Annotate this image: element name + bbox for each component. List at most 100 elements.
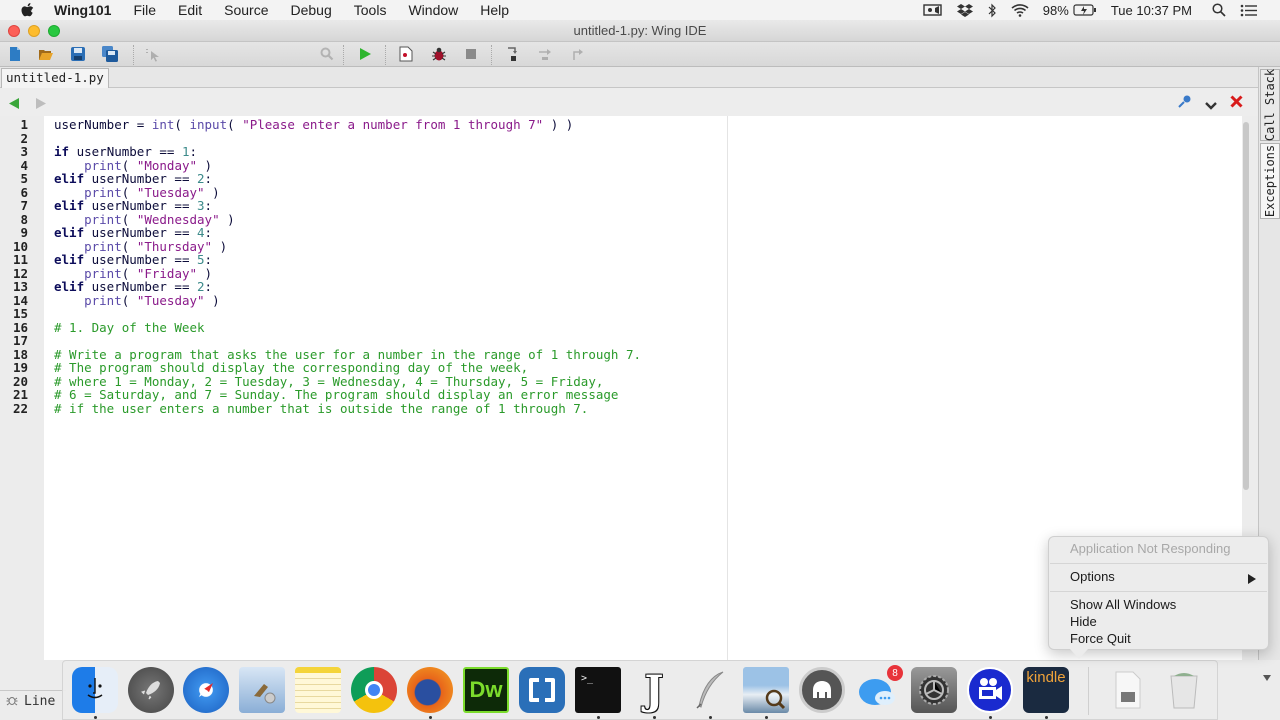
- code-line[interactable]: print( "Wednesday" ): [54, 212, 235, 227]
- tab-untitled-1[interactable]: untitled-1.py: [1, 68, 109, 88]
- scroll-down-arrow-icon[interactable]: [1262, 670, 1272, 688]
- clock[interactable]: Tue 10:37 PM: [1111, 3, 1192, 18]
- dock-jgrasp-icon[interactable]: J: [631, 667, 677, 714]
- code-line[interactable]: print( "Tuesday" ): [54, 185, 220, 200]
- code-line[interactable]: if userNumber == 1:: [54, 145, 197, 159]
- run-button[interactable]: [357, 46, 373, 62]
- line-number: 14: [12, 292, 28, 308]
- open-file-button[interactable]: [38, 46, 54, 62]
- menu-item-hide[interactable]: Hide: [1070, 614, 1097, 629]
- dock-mail-icon[interactable]: [239, 667, 285, 713]
- step-out-button[interactable]: [569, 46, 585, 62]
- code-line[interactable]: # Write a program that asks the user for…: [54, 347, 641, 362]
- step-into-button[interactable]: [505, 46, 521, 62]
- dock-dreamweaver-icon[interactable]: Dw: [463, 667, 509, 713]
- menu-app-name[interactable]: Wing101: [54, 2, 111, 18]
- menu-item-show-all-windows[interactable]: Show All Windows: [1070, 597, 1176, 612]
- screen-record-icon[interactable]: [923, 3, 943, 17]
- code-token: print: [84, 292, 122, 308]
- dock-screen-recorder-icon[interactable]: [967, 667, 1013, 713]
- battery-icon[interactable]: [1073, 4, 1097, 16]
- editor-vertical-scrollbar[interactable]: [1243, 122, 1249, 490]
- menu-item-force-quit[interactable]: Force Quit: [1070, 631, 1131, 646]
- code-line[interactable]: # where 1 = Monday, 2 = Tuesday, 3 = Wed…: [54, 374, 603, 389]
- pointer-tool-icon[interactable]: [145, 46, 161, 62]
- wifi-icon[interactable]: [1011, 3, 1029, 17]
- code-line[interactable]: print( "Thursday" ): [54, 239, 227, 254]
- save-button[interactable]: [70, 46, 86, 62]
- apple-menu-icon[interactable]: [20, 2, 34, 18]
- code-line[interactable]: # 6 = Saturday, and 7 = Sunday. The prog…: [54, 388, 618, 402]
- bluetooth-icon[interactable]: [987, 3, 997, 18]
- line-number: 7: [20, 198, 28, 213]
- dock-system-preferences-icon[interactable]: [911, 667, 957, 713]
- step-over-button[interactable]: [537, 46, 553, 62]
- menu-edit[interactable]: Edit: [178, 2, 202, 18]
- stop-button[interactable]: [463, 46, 479, 62]
- dock-running-indicator: [429, 716, 432, 719]
- tab-call-stack[interactable]: Call Stack: [1260, 69, 1280, 141]
- dock-terminal-icon[interactable]: >_: [575, 667, 621, 713]
- menu-file[interactable]: File: [133, 2, 156, 18]
- save-all-button[interactable]: [102, 46, 118, 62]
- code-line[interactable]: # 1. Day of the Week: [54, 320, 205, 335]
- dock-chrome-icon[interactable]: [351, 667, 397, 713]
- toolbar-separator: [343, 45, 344, 65]
- menu-item-options[interactable]: Options: [1070, 569, 1115, 584]
- menu-window[interactable]: Window: [408, 2, 458, 18]
- dock-firefox-icon[interactable]: [407, 667, 453, 713]
- menu-debug[interactable]: Debug: [291, 2, 332, 18]
- dock-kindle-icon[interactable]: kindle: [1023, 667, 1069, 713]
- search-icon[interactable]: [319, 46, 335, 62]
- dock-messages-icon[interactable]: 8: [855, 665, 903, 713]
- debug-bug-icon[interactable]: [431, 46, 447, 62]
- code-line[interactable]: elif userNumber == 4:: [54, 226, 212, 240]
- context-menu-pointer: [1070, 649, 1088, 659]
- code-line[interactable]: elif userNumber == 3:: [54, 199, 212, 213]
- dock-launchpad-icon[interactable]: [128, 667, 174, 713]
- battery-percent[interactable]: 98%: [1043, 3, 1069, 18]
- debug-file-button[interactable]: [398, 46, 414, 62]
- dock-sequel-pro-icon[interactable]: [799, 667, 845, 713]
- code-line[interactable]: elif userNumber == 2:: [54, 172, 212, 186]
- status-menu-area: 98% Tue 10:37 PM: [923, 0, 1280, 20]
- code-line[interactable]: elif userNumber == 2:: [54, 280, 212, 294]
- code-line[interactable]: print( "Tuesday" ): [54, 292, 220, 308]
- messages-badge: 8: [887, 665, 903, 681]
- code-line[interactable]: userNumber = int( input( "Please enter a…: [54, 118, 573, 132]
- dropbox-icon[interactable]: [956, 3, 973, 17]
- line-number: 4: [20, 157, 28, 173]
- menu-source[interactable]: Source: [224, 2, 268, 18]
- dock-trash-icon[interactable]: [1161, 667, 1207, 713]
- dock-quill-icon[interactable]: [687, 667, 733, 713]
- dock-notes-icon[interactable]: [295, 667, 341, 713]
- dock-document-icon[interactable]: [1105, 667, 1151, 713]
- chevron-down-icon[interactable]: [1205, 97, 1217, 115]
- code-line[interactable]: elif userNumber == 5:: [54, 253, 212, 267]
- forward-arrow-icon[interactable]: [35, 96, 46, 114]
- dock-brackets-icon[interactable]: [519, 667, 565, 713]
- pin-icon[interactable]: [1178, 94, 1192, 113]
- line-number: 22: [12, 400, 28, 416]
- dock-safari-icon[interactable]: [183, 667, 229, 713]
- back-arrow-icon[interactable]: [9, 96, 20, 114]
- toolbar-separator: [133, 45, 134, 65]
- spotlight-icon[interactable]: [1212, 3, 1226, 17]
- dock-finder-icon[interactable]: [72, 667, 118, 713]
- notification-center-icon[interactable]: [1240, 4, 1258, 17]
- code-line[interactable]: # The program should display the corresp…: [54, 361, 528, 375]
- line-number: 8: [20, 211, 28, 227]
- dock-preview-icon[interactable]: [743, 667, 789, 713]
- menu-help[interactable]: Help: [480, 2, 509, 18]
- code-token: ): [204, 292, 220, 308]
- tab-exceptions[interactable]: Exceptions: [1260, 143, 1280, 219]
- menu-tools[interactable]: Tools: [354, 2, 387, 18]
- dock-dreamweaver-label: Dw: [469, 677, 503, 702]
- toolbar: [0, 42, 1280, 105]
- code-line[interactable]: print( "Monday" ): [54, 158, 212, 173]
- code-line[interactable]: # if the user enters a number that is ou…: [54, 401, 588, 416]
- close-editor-icon[interactable]: [1230, 95, 1243, 113]
- dock-running-indicator: [989, 716, 992, 719]
- code-line[interactable]: print( "Friday" ): [54, 266, 212, 281]
- new-file-button[interactable]: [7, 46, 23, 62]
